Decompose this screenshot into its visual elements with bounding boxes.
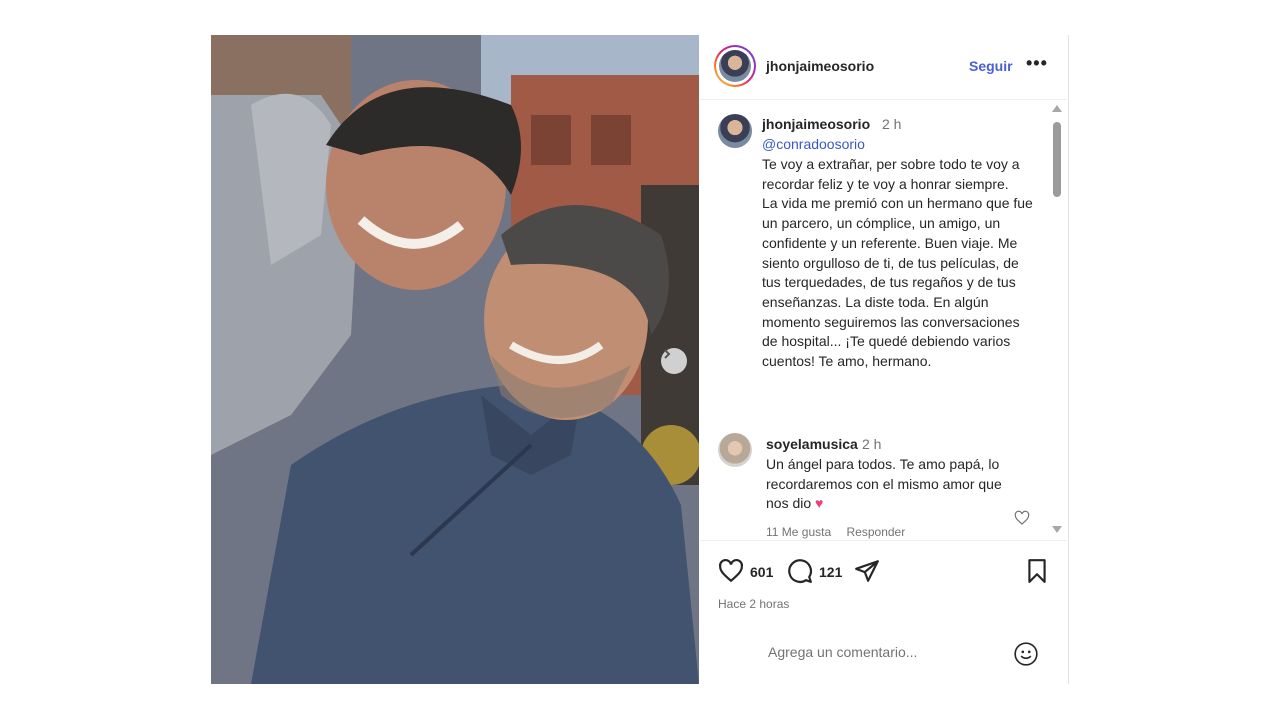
- comments-section: jhonjaimeosorio 2 h @conradoosorio Te vo…: [700, 100, 1055, 540]
- comment-meta: 11 Me gusta Responder: [766, 525, 917, 539]
- header-username[interactable]: jhonjaimeosorio: [766, 58, 874, 74]
- scroll-up-arrow[interactable]: [1052, 105, 1062, 112]
- comment-likes-count[interactable]: 11 Me gusta: [766, 525, 831, 539]
- post-time-ago[interactable]: Hace 2 horas: [718, 597, 789, 611]
- heart-icon: [719, 558, 743, 583]
- add-comment-bar: [700, 621, 1067, 684]
- comment-input[interactable]: [766, 643, 1010, 661]
- comment-text: Un ángel para todos. Te amo papá, lo rec…: [766, 455, 1006, 514]
- emoji-button[interactable]: [1013, 641, 1039, 672]
- commenter-avatar[interactable]: [718, 433, 752, 467]
- avatar[interactable]: [718, 114, 752, 148]
- chevron-right-icon: [664, 349, 671, 359]
- story-ring[interactable]: [714, 45, 756, 87]
- send-icon: [855, 560, 879, 582]
- comment-reply-button[interactable]: Responder: [847, 525, 906, 539]
- next-image-button[interactable]: [661, 348, 687, 374]
- comment-like-button[interactable]: [1014, 510, 1030, 531]
- photo-illustration: [211, 35, 699, 684]
- share-button[interactable]: [854, 558, 880, 589]
- comments-scrollbar[interactable]: [1052, 105, 1062, 537]
- follow-button[interactable]: Seguir: [969, 58, 1013, 74]
- comment-text-body: Un ángel para todos. Te amo papá, lo rec…: [766, 456, 1002, 512]
- avatar[interactable]: [719, 50, 751, 82]
- caption-text: Te voy a extrañar, per sobre todo te voy…: [762, 156, 1033, 370]
- post-actions: 601 121 Hace 2 horas: [700, 540, 1067, 621]
- comments-count[interactable]: 121: [819, 564, 842, 580]
- scroll-thumb[interactable]: [1053, 122, 1061, 197]
- post-side-panel: jhonjaimeosorio Seguir ••• jhonjaimeosor…: [700, 35, 1068, 684]
- smiley-icon: [1014, 642, 1038, 666]
- heart-icon: [1014, 510, 1030, 525]
- like-button[interactable]: [718, 558, 744, 589]
- heart-emoji: ♥: [815, 495, 824, 512]
- likes-count[interactable]: 601: [750, 564, 773, 580]
- save-button[interactable]: [1024, 558, 1050, 589]
- post-photo[interactable]: [211, 35, 699, 684]
- comment-timestamp[interactable]: 2 h: [862, 436, 881, 452]
- comment-icon: [788, 559, 812, 583]
- instagram-post: jhonjaimeosorio Seguir ••• jhonjaimeosor…: [211, 35, 1069, 684]
- bookmark-icon: [1028, 559, 1046, 583]
- caption-avatar-wrap[interactable]: [718, 114, 752, 148]
- comment-username[interactable]: soyelamusica: [766, 436, 858, 452]
- caption-timestamp[interactable]: 2 h: [882, 116, 901, 132]
- scroll-down-arrow[interactable]: [1052, 526, 1062, 533]
- caption-username[interactable]: jhonjaimeosorio: [762, 116, 870, 132]
- more-options-button[interactable]: •••: [1026, 53, 1048, 74]
- caption-mention-link[interactable]: @conradoosorio: [762, 136, 865, 152]
- post-header: jhonjaimeosorio Seguir •••: [700, 35, 1067, 100]
- comment-button[interactable]: [787, 558, 813, 589]
